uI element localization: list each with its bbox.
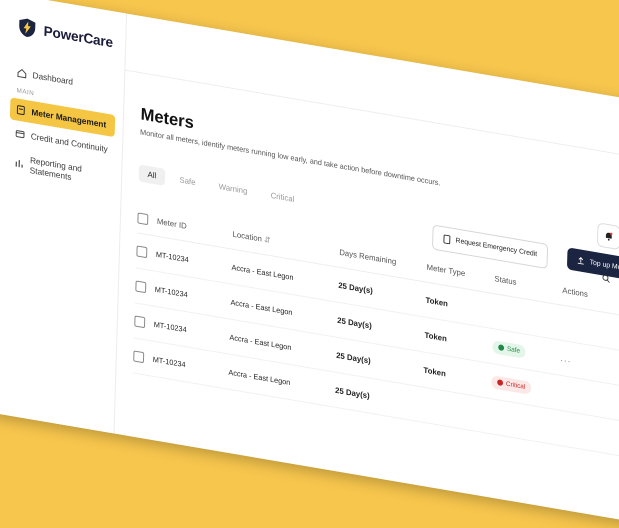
top-up-icon bbox=[577, 256, 585, 265]
alert-circle-icon bbox=[497, 379, 503, 386]
col-meter-id[interactable]: Meter ID bbox=[157, 216, 233, 238]
cell-status: Critical bbox=[491, 375, 559, 400]
row-checkbox[interactable] bbox=[133, 350, 144, 363]
app-name: PowerCare bbox=[43, 23, 113, 51]
cell-location: Accra - East Legon bbox=[228, 367, 335, 394]
col-days-remaining[interactable]: Days Remaining bbox=[339, 247, 427, 271]
col-meter-type[interactable]: Meter Type bbox=[426, 262, 494, 283]
sort-updown-icon: ⇵ bbox=[264, 234, 271, 244]
cell-meter-type: Token bbox=[425, 295, 493, 316]
row-checkbox[interactable] bbox=[135, 280, 146, 293]
tab-all[interactable]: All bbox=[139, 164, 166, 185]
status-badge-label: Critical bbox=[506, 380, 525, 390]
button-label: Request Emergency Credit bbox=[455, 237, 537, 258]
sidebar: PowerCare Dashboard MAIN Meter Managemen… bbox=[0, 0, 127, 434]
tab-safe[interactable]: Safe bbox=[171, 170, 205, 193]
cell-meter-id: MT-10234 bbox=[155, 284, 231, 306]
tab-warning[interactable]: Warning bbox=[210, 177, 257, 202]
cell-meter-type: Token bbox=[423, 365, 491, 386]
bar-chart-icon bbox=[14, 157, 24, 169]
col-actions: Actions bbox=[562, 285, 611, 302]
sidebar-item-label: Dashboard bbox=[32, 70, 73, 87]
cell-location: Accra - East Legon bbox=[230, 297, 337, 324]
app-window: PowerCare Dashboard MAIN Meter Managemen… bbox=[0, 0, 619, 528]
home-icon bbox=[17, 67, 27, 79]
cell-actions bbox=[561, 323, 610, 331]
document-icon bbox=[443, 234, 451, 244]
shield-bolt-icon bbox=[16, 15, 38, 41]
notification-button[interactable] bbox=[597, 222, 619, 250]
cell-location: Accra - East Legon bbox=[231, 262, 338, 289]
card-icon bbox=[15, 128, 25, 140]
sidebar-item-label: Reporting and Statements bbox=[30, 155, 108, 188]
status-badge: Safe bbox=[492, 340, 526, 359]
row-checkbox[interactable] bbox=[136, 245, 147, 258]
cell-status bbox=[494, 311, 562, 323]
logo[interactable]: PowerCare bbox=[16, 15, 113, 53]
cell-meter-type bbox=[422, 405, 490, 417]
tab-critical[interactable]: Critical bbox=[262, 185, 304, 209]
cell-days-remaining: 25 Day(s) bbox=[338, 280, 426, 304]
meters-table: Meter ID Location ⇵ Days Remaining Meter… bbox=[133, 202, 619, 458]
col-location-label: Location bbox=[232, 229, 262, 243]
cell-days-remaining: 25 Day(s) bbox=[335, 385, 423, 409]
status-badge-label: Safe bbox=[507, 345, 520, 354]
sidebar-nav: Dashboard MAIN Meter Management Credit a… bbox=[8, 60, 116, 197]
cell-status bbox=[490, 416, 558, 428]
cell-meter-id: MT-10234 bbox=[156, 249, 232, 271]
cell-actions bbox=[558, 428, 607, 436]
cell-meter-id: MT-10234 bbox=[153, 354, 229, 376]
row-checkbox[interactable] bbox=[134, 315, 145, 328]
cell-meter-id: MT-10234 bbox=[154, 319, 230, 341]
cell-days-remaining: 25 Day(s) bbox=[336, 350, 424, 374]
cell-actions bbox=[559, 393, 608, 401]
cell-meter-type: Token bbox=[424, 330, 492, 351]
more-actions-button[interactable]: ... bbox=[560, 352, 609, 371]
status-badge: Critical bbox=[491, 375, 531, 395]
cell-status: Safe bbox=[492, 340, 560, 365]
meter-icon bbox=[16, 104, 26, 116]
status-tabs: All Safe Warning Critical bbox=[139, 164, 304, 209]
bell-icon bbox=[604, 230, 614, 242]
col-status[interactable]: Status bbox=[494, 274, 562, 295]
check-circle-icon bbox=[498, 344, 504, 351]
select-all-checkbox[interactable] bbox=[137, 212, 148, 225]
cell-location: Accra - East Legon bbox=[229, 332, 336, 359]
